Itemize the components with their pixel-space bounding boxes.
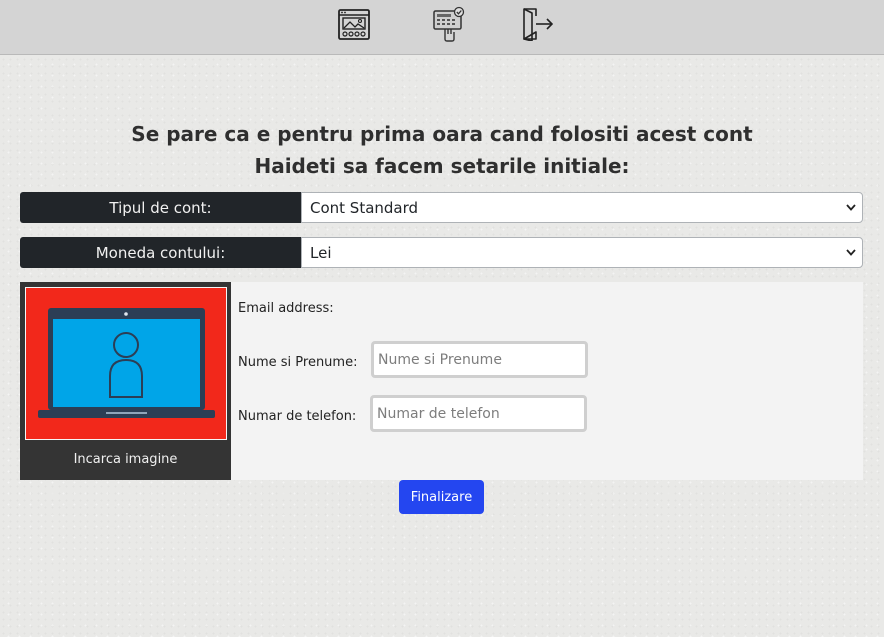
chevron-down-icon: [846, 249, 856, 256]
currency-select[interactable]: Lei: [301, 237, 863, 268]
currency-value: Lei: [310, 243, 332, 262]
logout-icon[interactable]: [518, 6, 554, 42]
profile-panel: Incarca imagine Email address: Nume si P…: [20, 282, 863, 480]
account-type-value: Cont Standard: [310, 198, 419, 217]
account-type-label: Tipul de cont:: [20, 192, 301, 223]
avatar-image[interactable]: [25, 287, 227, 440]
payment-terminal-icon[interactable]: [430, 6, 466, 42]
upload-image-label[interactable]: Incarca imagine: [20, 452, 231, 467]
finish-button[interactable]: Finalizare: [399, 480, 484, 514]
setup-heading: Se pare ca e pentru prima oara cand folo…: [0, 118, 884, 182]
heading-line-1: Se pare ca e pentru prima oara cand folo…: [131, 122, 753, 146]
currency-label: Moneda contului:: [20, 237, 301, 268]
email-label: Email address:: [238, 301, 334, 316]
chevron-down-icon: [846, 204, 856, 211]
gallery-window-icon[interactable]: [336, 6, 372, 42]
name-label: Nume si Prenume:: [238, 355, 358, 370]
account-type-select[interactable]: Cont Standard: [301, 192, 863, 223]
heading-line-2: Haideti sa facem setarile initiale:: [254, 154, 630, 178]
laptop-user-icon: [38, 308, 215, 418]
name-input[interactable]: [371, 341, 588, 378]
avatar-upload-box: Incarca imagine: [20, 282, 231, 480]
phone-input[interactable]: [370, 395, 587, 432]
phone-label: Numar de telefon:: [238, 409, 357, 424]
top-navbar: [0, 0, 884, 55]
